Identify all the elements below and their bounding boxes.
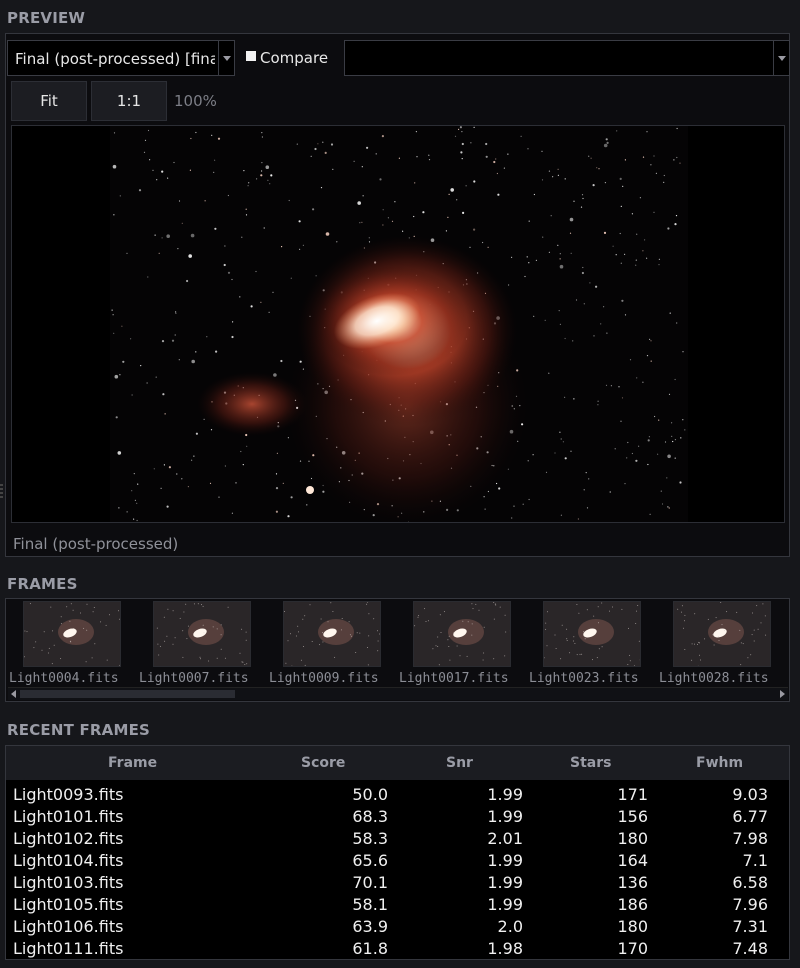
- scroll-right-icon[interactable]: [780, 690, 785, 698]
- cell-stars: 170: [617, 939, 648, 958]
- cell-stars: 180: [617, 829, 648, 848]
- frame-label: Light0007.fits: [139, 671, 249, 686]
- frame-thumbnail[interactable]: [543, 601, 641, 667]
- cell-frame: Light0093.fits: [13, 785, 124, 804]
- frame-thumbnail[interactable]: [283, 601, 381, 667]
- view-select-value: Final (post-processed) [final]: [15, 50, 215, 68]
- frame-label: Light0004.fits: [9, 671, 119, 686]
- cell-fwhm: 7.1: [742, 851, 768, 870]
- scrollbar-thumb[interactable]: [20, 690, 235, 698]
- compare-checkbox[interactable]: [246, 51, 256, 61]
- cell-stars: 156: [617, 807, 648, 826]
- column-header-snr[interactable]: Snr: [446, 755, 473, 771]
- chevron-down-icon[interactable]: [773, 41, 789, 75]
- cell-frame: Light0103.fits: [13, 873, 124, 892]
- cell-fwhm: 7.48: [732, 939, 768, 958]
- chevron-down-icon[interactable]: [218, 41, 234, 75]
- frame-label: Light0017.fits: [399, 671, 509, 686]
- table-row[interactable]: Light0104.fits 65.6 1.99 164 7.1: [6, 849, 789, 871]
- cell-fwhm: 7.31: [732, 917, 768, 936]
- cell-snr: 1.99: [487, 873, 523, 892]
- frames-strip: Light0004.fits Light0007.fits Light0009.…: [5, 598, 790, 702]
- cell-score: 58.3: [352, 829, 388, 848]
- zoom-level: 100%: [174, 92, 217, 110]
- cell-frame: Light0111.fits: [13, 939, 124, 958]
- cell-fwhm: 7.96: [732, 895, 768, 914]
- cell-score: 70.1: [352, 873, 388, 892]
- table-row[interactable]: Light0105.fits 58.1 1.99 186 7.96: [6, 893, 789, 915]
- cell-snr: 1.99: [487, 851, 523, 870]
- preview-caption: Final (post-processed): [13, 535, 179, 553]
- cell-stars: 180: [617, 917, 648, 936]
- frame-label: Light0028.fits: [659, 671, 769, 686]
- table-row[interactable]: Light0101.fits 68.3 1.99 156 6.77: [6, 805, 789, 827]
- preview-image[interactable]: [11, 125, 785, 523]
- cell-stars: 164: [617, 851, 648, 870]
- cell-snr: 2.0: [497, 917, 523, 936]
- recent-frames-table: Frame Score Snr Stars Fwhm Light0093.fit…: [5, 745, 790, 960]
- cell-stars: 136: [617, 873, 648, 892]
- cell-snr: 2.01: [487, 829, 523, 848]
- cell-fwhm: 7.98: [732, 829, 768, 848]
- astro-image: [110, 126, 688, 522]
- table-row[interactable]: Light0103.fits 70.1 1.99 136 6.58: [6, 871, 789, 893]
- column-header-fwhm[interactable]: Fwhm: [696, 755, 743, 771]
- cell-snr: 1.99: [487, 785, 523, 804]
- cell-frame: Light0101.fits: [13, 807, 124, 826]
- cell-score: 58.1: [352, 895, 388, 914]
- view-select[interactable]: Final (post-processed) [final]: [7, 40, 235, 76]
- frame-thumbnail[interactable]: [673, 601, 771, 667]
- cell-snr: 1.98: [487, 939, 523, 958]
- frame-label: Light0023.fits: [529, 671, 639, 686]
- table-row[interactable]: Light0102.fits 58.3 2.01 180 7.98: [6, 827, 789, 849]
- cell-stars: 186: [617, 895, 648, 914]
- compare-select[interactable]: [344, 40, 790, 76]
- column-header-score[interactable]: Score: [301, 755, 345, 771]
- cell-snr: 1.99: [487, 807, 523, 826]
- table-row[interactable]: Light0106.fits 63.9 2.0 180 7.31: [6, 915, 789, 937]
- cell-stars: 171: [617, 785, 648, 804]
- cell-frame: Light0102.fits: [13, 829, 124, 848]
- cell-fwhm: 9.03: [732, 785, 768, 804]
- preview-section-title: PREVIEW: [7, 9, 86, 27]
- column-header-frame[interactable]: Frame: [108, 755, 157, 771]
- table-row[interactable]: Light0111.fits 61.8 1.98 170 7.48: [6, 937, 789, 959]
- cell-score: 63.9: [352, 917, 388, 936]
- fit-button[interactable]: Fit: [11, 81, 87, 121]
- frames-section-title: FRAMES: [7, 575, 78, 593]
- cell-fwhm: 6.58: [732, 873, 768, 892]
- cell-score: 61.8: [352, 939, 388, 958]
- compare-label: Compare: [260, 49, 329, 67]
- cell-fwhm: 6.77: [732, 807, 768, 826]
- cell-score: 68.3: [352, 807, 388, 826]
- frame-label: Light0009.fits: [269, 671, 379, 686]
- frame-thumbnail[interactable]: [23, 601, 121, 667]
- frame-thumbnail[interactable]: [153, 601, 251, 667]
- horizontal-scrollbar[interactable]: [8, 687, 788, 700]
- scroll-left-icon[interactable]: [11, 690, 16, 698]
- frame-thumbnail[interactable]: [413, 601, 511, 667]
- cell-frame: Light0106.fits: [13, 917, 124, 936]
- one-to-one-button[interactable]: 1:1: [91, 81, 167, 121]
- cell-score: 65.6: [352, 851, 388, 870]
- recent-section-title: RECENT FRAMES: [7, 721, 151, 739]
- column-header-stars[interactable]: Stars: [570, 755, 611, 771]
- cell-frame: Light0104.fits: [13, 851, 124, 870]
- resize-grip[interactable]: [0, 484, 3, 498]
- cell-frame: Light0105.fits: [13, 895, 124, 914]
- cell-snr: 1.99: [487, 895, 523, 914]
- cell-score: 50.0: [352, 785, 388, 804]
- table-row[interactable]: Light0093.fits 50.0 1.99 171 9.03: [6, 783, 789, 805]
- table-header: Frame Score Snr Stars Fwhm: [6, 746, 789, 780]
